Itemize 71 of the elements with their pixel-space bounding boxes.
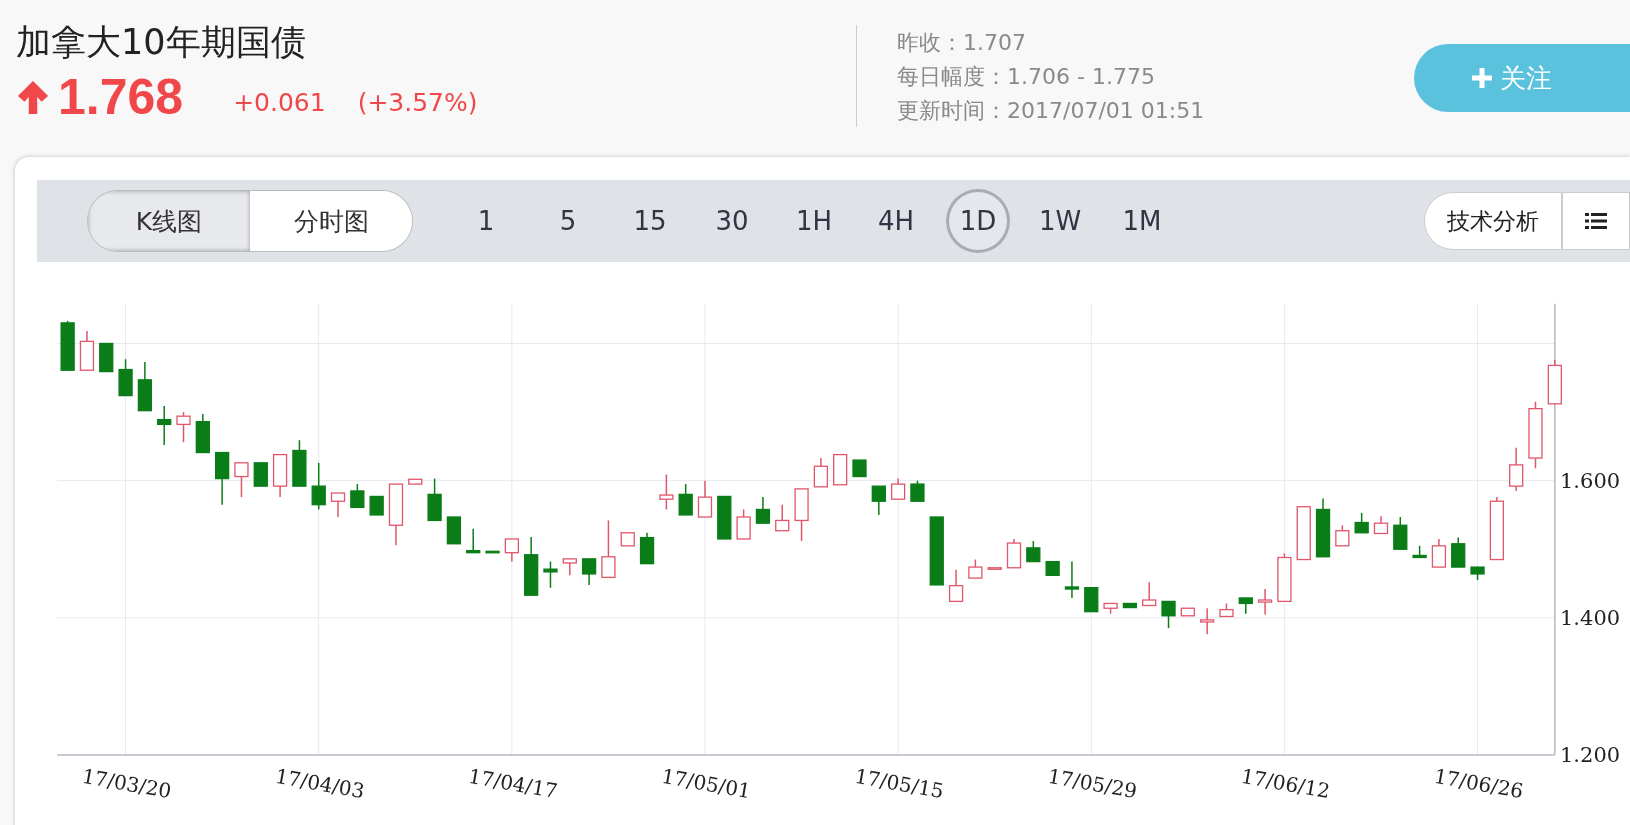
price-value: 1.768 <box>58 68 184 126</box>
candlestick <box>601 519 616 579</box>
y-axis-label: 1.600 <box>1560 468 1621 493</box>
candlestick <box>1200 607 1215 636</box>
interval-tab[interactable]: 1W <box>1028 189 1092 253</box>
candlestick <box>369 495 384 516</box>
y-axis-label: 1.200 <box>1560 743 1621 768</box>
x-axis-label: 17/05/15 <box>853 763 946 804</box>
stat-line: 昨收：1.707 <box>897 29 1027 57</box>
candlestick <box>350 483 365 509</box>
x-axis-label: 17/04/17 <box>466 763 560 804</box>
candlestick <box>1084 587 1099 613</box>
instrument-title: 加拿大10年期国债 <box>16 21 307 64</box>
view-tab[interactable]: K线图 <box>88 191 250 251</box>
candlestick <box>1451 536 1466 568</box>
candlestick <box>1161 600 1176 629</box>
candlestick <box>543 560 558 589</box>
candlestick <box>659 473 674 511</box>
candlestick <box>1064 560 1080 599</box>
candlestick <box>968 558 983 579</box>
candlestick <box>775 503 790 532</box>
candlestick <box>697 479 713 518</box>
candlestick <box>1354 512 1369 534</box>
up-arrow-icon <box>16 79 50 115</box>
candlestick <box>736 508 751 540</box>
price-change: +0.061 <box>233 87 326 117</box>
candlestick <box>1509 446 1524 492</box>
x-axis-label: 17/03/20 <box>80 763 174 804</box>
interval-tab[interactable]: 4H <box>864 189 928 253</box>
candlestick <box>176 411 191 443</box>
candlestick <box>1257 588 1273 616</box>
interval-tab[interactable]: 5 <box>536 189 600 253</box>
candlestick <box>1431 538 1447 568</box>
candlestick <box>1142 581 1157 607</box>
candlestick <box>466 527 481 554</box>
interval-tab[interactable]: 1 <box>454 189 518 253</box>
candlestick <box>504 538 519 563</box>
interval-tab[interactable]: 30 <box>700 189 764 253</box>
percent-change: (+3.57%) <box>357 87 478 117</box>
x-axis-label: 17/04/03 <box>273 763 367 804</box>
stat-line: 每日幅度：1.706 - 1.775 <box>897 63 1156 91</box>
candlestick <box>311 462 326 511</box>
technical-analysis-button[interactable]: 技术分析 <box>1424 192 1562 250</box>
candlestick <box>1026 540 1041 563</box>
candlestick <box>1335 524 1350 547</box>
x-axis-label: 17/05/01 <box>659 763 753 804</box>
candlestick <box>330 492 346 518</box>
x-axis-label: 17/05/29 <box>1046 763 1139 804</box>
candlestick <box>755 496 771 524</box>
candlestick <box>678 483 693 516</box>
interval-tab[interactable]: 1D <box>946 189 1010 253</box>
x-axis-label: 17/06/26 <box>1432 763 1526 804</box>
interval-tab[interactable]: 1H <box>782 189 846 253</box>
candlestick <box>581 558 597 586</box>
candlestick <box>948 569 964 603</box>
candlestick <box>813 457 829 488</box>
list-icon <box>1585 212 1607 230</box>
x-axis-label: 17/06/12 <box>1239 763 1332 804</box>
candlestick <box>157 405 172 446</box>
stat-line: 更新时间：2017/07/01 01:51 <box>897 97 1206 125</box>
candlestick <box>910 479 925 502</box>
candlestick <box>253 462 268 487</box>
interval-tab[interactable]: 15 <box>618 189 682 253</box>
menu-button[interactable] <box>1562 192 1630 250</box>
view-tab[interactable]: 分时图 <box>250 191 412 251</box>
candlestick <box>890 477 906 500</box>
plus-icon <box>1472 68 1492 88</box>
candlestick <box>234 462 249 498</box>
y-axis-label: 1.400 <box>1560 605 1621 630</box>
interval-tab[interactable]: 1M <box>1110 189 1174 253</box>
candlestick <box>871 485 886 516</box>
